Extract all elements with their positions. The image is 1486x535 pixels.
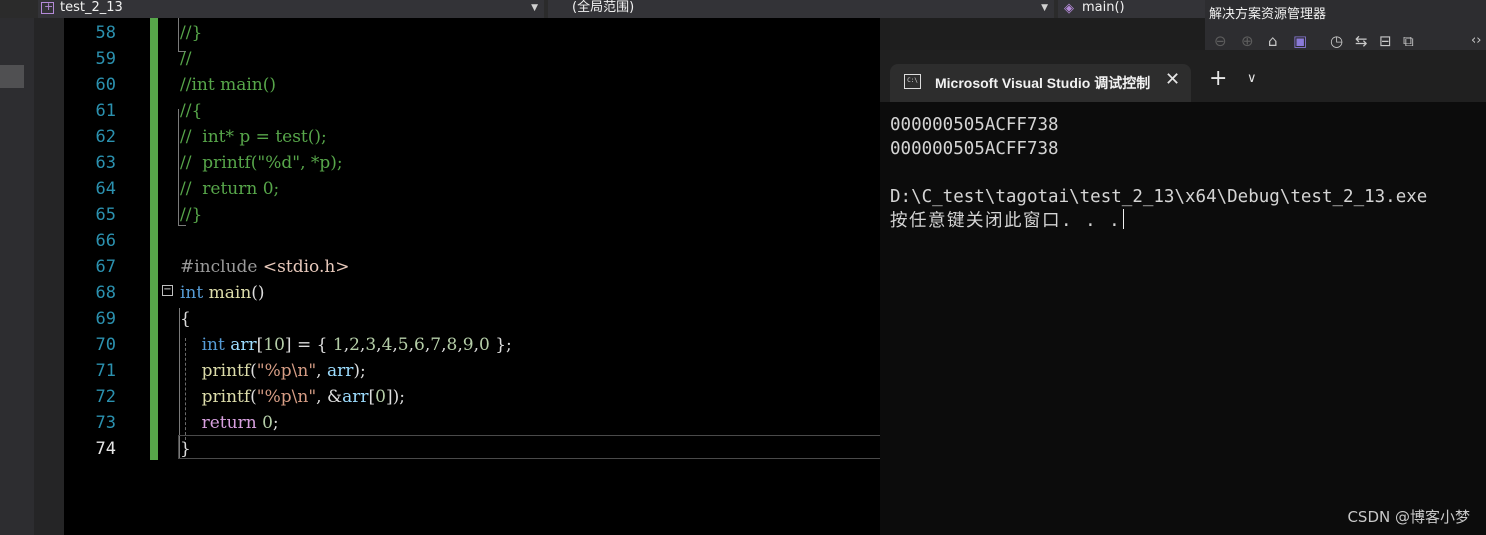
code-text: printf("%p\n", arr); [201, 361, 366, 381]
comment-text: // [180, 49, 192, 69]
line-number: 59 [95, 49, 116, 69]
show-all-files-icon[interactable]: ⧉ [1403, 33, 1414, 49]
switch-views-icon[interactable]: ▣ [1293, 33, 1307, 49]
chevron-down-icon[interactable]: ∨ [1247, 71, 1257, 86]
current-line-highlight [178, 435, 880, 459]
code-line: int main() [180, 280, 265, 306]
line-number: 60 [95, 75, 116, 95]
line-number-current: 74 [95, 439, 116, 459]
code-text: printf("%p\n", &arr[0]); [201, 387, 405, 407]
comment-text: // return 0; [180, 179, 280, 199]
line-number: 64 [95, 179, 116, 199]
code-text: #include <stdio.h> [180, 257, 350, 277]
code-line: // [180, 46, 191, 72]
code-text: return 0; [201, 413, 279, 433]
code-line: int arr[10] = { 1,2,3,4,5,6,7,8,9,0 }; [180, 332, 512, 358]
line-number: 66 [95, 231, 116, 251]
solution-explorer-panel: 解决方案资源管理器 ⊖ ⊕ ⌂ ▣ ◷ ⇆ ⊟ ⧉ ‹› [1205, 0, 1486, 56]
change-tracking-bar [150, 18, 158, 460]
comment-text: //int main() [180, 75, 276, 95]
code-line: } [180, 436, 191, 462]
comment-text: // printf("%d", *p); [180, 153, 343, 173]
text-cursor [1123, 209, 1125, 229]
terminal-icon: C:\ [904, 74, 921, 89]
line-number: 71 [95, 361, 116, 381]
code-view-icon[interactable]: ‹› [1471, 33, 1481, 49]
comment-block-guide [178, 109, 179, 225]
console-tab-title: Microsoft Visual Studio 调试控制台 [935, 75, 1151, 91]
console-output-line: 000000505ACFF738 [890, 139, 1059, 159]
console-output-line: 000000505ACFF738 [890, 115, 1059, 135]
function-cube-icon: ◈ [1064, 1, 1074, 16]
code-text: int arr[10] = { 1,2,3,4,5,6,7,8,9,0 }; [201, 335, 512, 355]
line-number: 69 [95, 309, 116, 329]
line-number: 72 [95, 387, 116, 407]
line-number: 58 [95, 23, 116, 43]
back-icon[interactable]: ⊖ [1214, 33, 1227, 49]
line-number: 73 [95, 413, 116, 433]
forward-icon[interactable]: ⊕ [1241, 33, 1254, 49]
close-icon[interactable]: ✕ [1165, 69, 1180, 90]
solution-explorer-title: 解决方案资源管理器 [1209, 7, 1327, 22]
comment-text: // int* p = test(); [180, 127, 327, 147]
code-line: // int* p = test(); [180, 124, 327, 150]
line-number: 62 [95, 127, 116, 147]
collapse-toggle-icon[interactable]: − [162, 285, 173, 296]
new-tab-button[interactable]: + [1209, 67, 1227, 91]
project-dropdown-label: test_2_13 [60, 0, 123, 15]
code-text: } [180, 439, 191, 459]
chevron-down-icon: ▼ [531, 3, 538, 13]
code-text: int main() [180, 283, 265, 303]
code-line: //} [180, 202, 202, 228]
scope-dropdown[interactable]: (全局范围) ▼ [548, 0, 1054, 18]
member-dropdown-label: main() [1082, 0, 1125, 15]
line-number: 67 [95, 257, 116, 277]
comment-text: //{ [180, 101, 203, 121]
code-line: // return 0; [180, 176, 279, 202]
sync-icon[interactable]: ⇆ [1355, 33, 1368, 49]
code-line: // printf("%d", *p); [180, 150, 343, 176]
watermark: CSDN @博客小梦 [1347, 508, 1470, 526]
line-number: 65 [95, 205, 116, 225]
code-line: //{ [180, 98, 202, 124]
code-line: printf("%p\n", arr); [180, 358, 366, 384]
code-line: //} [180, 20, 202, 46]
cpp-project-icon [41, 0, 54, 15]
console-tab-bar: C:\ Microsoft Visual Studio 调试控制台 ✕ + ∨ [880, 50, 1486, 102]
side-tab[interactable] [0, 65, 24, 88]
console-tab[interactable]: C:\ Microsoft Visual Studio 调试控制台 ✕ [890, 64, 1191, 102]
comment-text: //} [180, 23, 203, 43]
console-output-line: 按任意键关闭此窗口. . . [890, 209, 1125, 233]
left-tool-strip [0, 18, 34, 535]
comment-text: //} [180, 205, 203, 225]
debug-console-window[interactable]: C:\ Microsoft Visual Studio 调试控制台 ✕ + ∨ … [880, 50, 1486, 535]
line-number: 68 [95, 283, 116, 303]
code-line: //int main() [180, 72, 276, 98]
code-text: { [180, 309, 191, 329]
editor-margin [34, 18, 64, 535]
code-line: { [180, 306, 191, 332]
code-editor[interactable]: − 58 59 60 61 62 63 64 65 66 67 68 69 70… [64, 18, 880, 535]
project-dropdown[interactable]: test_2_13 ▼ [38, 0, 544, 18]
home-icon[interactable]: ⌂ [1268, 33, 1278, 49]
member-dropdown[interactable]: ◈ main() [1058, 0, 1205, 18]
navigation-bar: test_2_13 ▼ (全局范围) ▼ ◈ main() [0, 0, 1205, 18]
line-number: 61 [95, 101, 116, 121]
comment-block-guide [178, 18, 179, 51]
console-output-line: D:\C_test\tagotai\test_2_13\x64\Debug\te… [890, 187, 1428, 207]
line-number: 70 [95, 335, 116, 355]
scope-dropdown-label: (全局范围) [572, 0, 635, 15]
code-line: return 0; [180, 410, 279, 436]
code-line: printf("%p\n", &arr[0]); [180, 384, 405, 410]
code-line: #include <stdio.h> [180, 254, 350, 280]
chevron-down-icon: ▼ [1041, 3, 1048, 13]
collapse-all-icon[interactable]: ⊟ [1379, 33, 1392, 49]
pending-changes-icon[interactable]: ◷ [1330, 33, 1343, 49]
line-number: 63 [95, 153, 116, 173]
console-prompt-text: 按任意键关闭此窗口. . . [890, 211, 1122, 231]
